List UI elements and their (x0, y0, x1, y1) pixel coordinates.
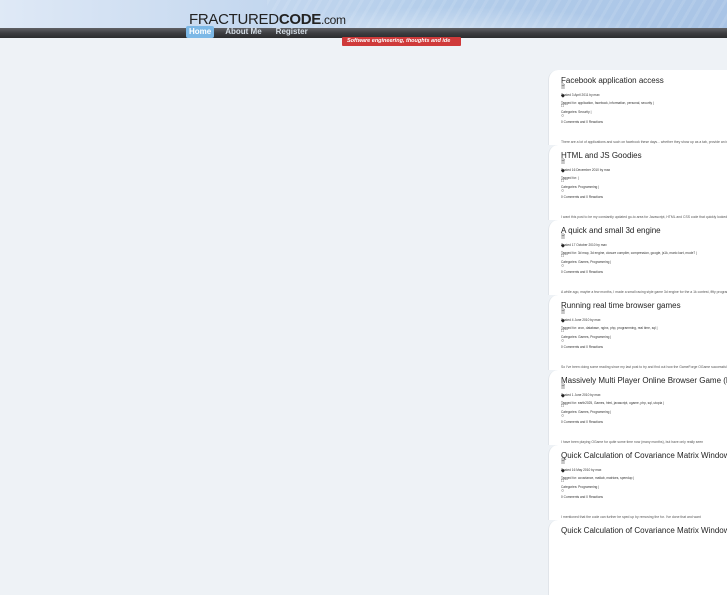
post-posted: Posted 1 June 2010 by max (561, 393, 601, 397)
doc-icon: 🗎 (561, 84, 566, 90)
post-item: HTML and JS Goodies 🗎 Posted 16 December 2… (548, 145, 727, 220)
doc-icon: 🗎 (561, 234, 566, 240)
post-posted: Posted 16 December 2010 by max (561, 168, 611, 172)
post-title-link[interactable]: HTML and JS Goodies (561, 151, 642, 160)
post-categories[interactable]: Categories: Programming | (561, 485, 599, 489)
post-posted: Posted 16 May 2010 by max (561, 468, 602, 472)
logo-part-com: .com (320, 13, 346, 27)
post-comments[interactable]: 0 Comments and 0 Reactions (561, 345, 603, 349)
comment-icon: ○ (561, 338, 565, 344)
folder-icon: □ (561, 403, 565, 409)
post-categories[interactable]: Categories: Games, Programming | (561, 335, 611, 339)
post-item: Running real time browser games 🗎 Posted 4… (548, 295, 727, 370)
tag-icon: ◆ (561, 393, 565, 399)
post-title-link[interactable]: Facebook application access (561, 76, 664, 85)
tag-icon: ◆ (561, 318, 565, 324)
tag-icon: ◆ (561, 243, 565, 249)
post-item: A quick and small 3d engine 🗎 Posted 17 Oc… (548, 220, 727, 295)
post-item: Quick Calculation of Covariance Matrix W… (548, 445, 727, 520)
comment-icon: ○ (561, 488, 565, 494)
folder-icon: □ (561, 478, 565, 484)
post-excerpt: There are a lot of applications and such… (561, 140, 727, 144)
comment-icon: ○ (561, 263, 565, 269)
folder-icon: □ (561, 253, 565, 259)
tag-icon: ◆ (561, 468, 565, 474)
post-categories[interactable]: Categories: Programming | (561, 185, 599, 189)
post-tags[interactable]: Tagged for: cron, database, nginx, php, … (561, 326, 658, 330)
post-excerpt: A while ago, maybe a few months, I made … (561, 290, 727, 294)
site-tagline: Software engineering, thoughts and ide (342, 37, 461, 46)
nav-register[interactable]: Register (273, 26, 311, 38)
post-comments[interactable]: 0 Comments and 0 Reactions (561, 495, 603, 499)
comment-icon: ○ (561, 413, 565, 419)
post-excerpt: So I've been doing some reading since my… (561, 365, 727, 369)
post-title-link[interactable]: Massively Multi Player Online Browser Ga… (561, 376, 727, 385)
post-tags[interactable]: Tagged for: application, facebook, infor… (561, 101, 654, 105)
post-item: Quick Calculation of Covariance Matrix W… (548, 520, 727, 595)
post-excerpt: I want this post to be my constantly upd… (561, 215, 727, 219)
post-list: Facebook application access 🗎 Posted 3 Apr… (548, 70, 727, 595)
post-tags[interactable]: Tagged for: covariance, matlab, matrices… (561, 476, 634, 480)
post-posted: Posted 3 April 2011 by max (561, 93, 600, 97)
post-posted: Posted 17 October 2010 by max (561, 243, 607, 247)
nav-home[interactable]: Home (186, 26, 215, 38)
post-title-link[interactable]: Quick Calculation of Covariance Matrix W… (561, 451, 727, 460)
doc-icon: 🗎 (561, 159, 566, 165)
post-excerpt: I have been playing OGame for quite some… (561, 440, 704, 444)
folder-icon: □ (561, 178, 565, 184)
post-categories[interactable]: Categories: Security | (561, 110, 591, 114)
post-posted: Posted 4 June 2010 by max (561, 318, 601, 322)
comment-icon: ○ (561, 188, 565, 194)
post-comments[interactable]: 0 Comments and 0 Reactions (561, 120, 603, 124)
post-title-link[interactable]: Running real time browser games (561, 301, 681, 310)
post-tags[interactable]: Tagged for: 3d map, 3d engine, closure c… (561, 251, 697, 255)
tag-icon: ◆ (561, 168, 565, 174)
post-categories[interactable]: Categories: Games, Programming | (561, 260, 611, 264)
doc-icon: 🗎 (561, 384, 566, 390)
post-comments[interactable]: 0 Comments and 0 Reactions (561, 195, 603, 199)
post-item: Facebook application access 🗎 Posted 3 Apr… (548, 70, 727, 145)
post-comments[interactable]: 0 Comments and 0 Reactions (561, 420, 603, 424)
post-comments[interactable]: 0 Comments and 0 Reactions (561, 270, 603, 274)
post-title-link[interactable]: A quick and small 3d engine (561, 226, 661, 235)
post-tags[interactable]: Tagged for: earth2025, Games, html, java… (561, 401, 664, 405)
post-title-link[interactable]: Quick Calculation of Covariance Matrix W… (561, 526, 727, 535)
nav-about-me[interactable]: About Me (222, 26, 264, 38)
folder-icon: □ (561, 328, 565, 334)
doc-icon: 🗎 (561, 309, 566, 315)
main-nav: Home About Me Register (186, 26, 311, 38)
post-item: Massively Multi Player Online Browser Ga… (548, 370, 727, 445)
folder-icon: □ (561, 103, 565, 109)
post-excerpt: I mentioned that the code can further be… (561, 515, 701, 519)
post-categories[interactable]: Categories: Games, Programming | (561, 410, 611, 414)
tag-icon: ◆ (561, 93, 565, 99)
comment-icon: ○ (561, 113, 565, 119)
doc-icon: 🗎 (561, 459, 566, 465)
